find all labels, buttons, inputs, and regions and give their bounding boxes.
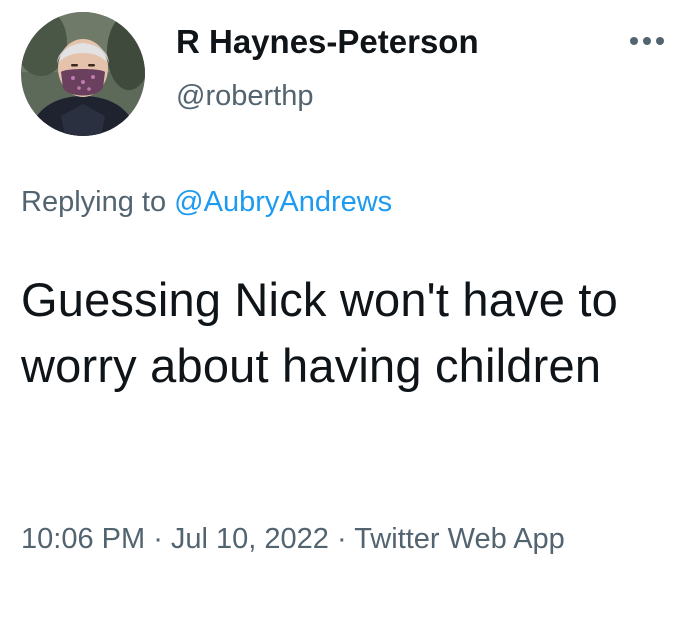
tweet-card: R Haynes-Peterson @roberthp Replying to …	[0, 0, 700, 633]
tweet-timestamp-time[interactable]: 10:06 PM	[21, 523, 145, 555]
user-avatar[interactable]	[21, 12, 145, 136]
tweet-source-link[interactable]: Twitter Web App	[354, 523, 565, 555]
tweet-metadata: 10:06 PM · Jul 10, 2022 · Twitter Web Ap…	[21, 517, 641, 562]
author-handle[interactable]: @roberthp	[176, 76, 313, 116]
tweet-text: Guessing Nick won't have to worry about …	[21, 273, 618, 392]
more-options-icon	[630, 37, 664, 45]
replying-to-label: Replying to	[21, 186, 175, 218]
meta-separator: ·	[328, 523, 355, 555]
tweet-timestamp-date[interactable]: Jul 10, 2022	[171, 523, 329, 555]
replying-to-line: Replying to @AubryAndrews	[21, 181, 392, 223]
more-options-button[interactable]	[625, 28, 669, 54]
reply-mention-link[interactable]: @AubryAndrews	[174, 186, 392, 218]
author-display-name[interactable]: R Haynes-Peterson	[176, 20, 479, 64]
avatar-photo-icon	[21, 12, 145, 136]
meta-separator: ·	[145, 523, 171, 555]
